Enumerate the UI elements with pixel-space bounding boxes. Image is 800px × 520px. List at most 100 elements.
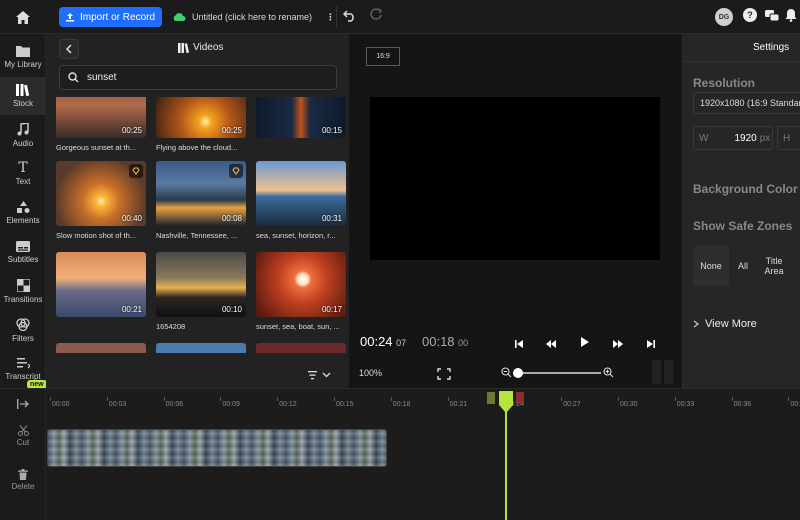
sidebar-item-elements[interactable]: Elements [0,194,46,232]
width-value[interactable]: 1920 [734,133,756,144]
timeline-ruler[interactable]: 00:00 00:03 00:06 00:09 00:12 00:15 00:18 00:21… [46,397,800,417]
trim-left-handle[interactable] [487,392,495,404]
subtitles-icon [16,240,30,252]
video-thumbnail[interactable]: 00:21 [56,252,146,317]
cut-label: Cut [16,438,30,447]
sidebar-item-text[interactable]: T Text [0,155,46,193]
video-thumbnail[interactable]: 00:31 [256,161,346,226]
library-footer [46,354,349,388]
search-value[interactable]: sunset [87,72,116,83]
sort-icon[interactable] [308,367,332,385]
more-icon[interactable]: ⋮ [326,12,335,23]
zoom-slider[interactable] [501,367,614,379]
resolution-select[interactable]: 1920x1080 (16:9 Standard) [693,92,800,114]
sidebar-item-audio[interactable]: Audio [0,116,46,154]
playhead-handle[interactable] [497,391,515,413]
rewind-icon[interactable] [545,336,557,354]
sidebar-item-stock[interactable]: Stock [0,77,46,115]
video-thumbnail[interactable]: 00:25 [56,97,146,138]
zoom-track[interactable] [513,372,601,374]
video-thumbnail[interactable]: 00:40 [56,161,146,226]
ruler-tick-label: 00:03 [108,401,127,408]
video-tile[interactable] [56,343,146,353]
project-title[interactable]: Untitled (click here to rename) ⋮ [172,7,335,27]
redo-icon[interactable] [369,8,383,27]
fullscreen-icon[interactable] [437,367,451,385]
width-unit: px [759,132,771,144]
video-tile[interactable]: 00:17 sunset, sea, boat, sun, ... [256,252,346,331]
ruler-tick-mark [390,397,392,401]
back-button[interactable] [59,39,79,59]
zoom-percent[interactable]: 100% [359,368,382,378]
video-canvas[interactable] [370,97,660,260]
project-title-text[interactable]: Untitled (click here to rename) [192,12,312,22]
sidebar-item-filters[interactable]: Filters [0,311,46,349]
chat-icon[interactable] [765,9,780,27]
width-key: W [699,132,709,144]
aspect-ratio-button[interactable]: 16:9 [366,47,400,66]
preview-panel: 16:9 00:24 07 00:18 00 100% [349,34,682,388]
home-icon[interactable] [12,7,34,27]
top-bar: Import or Record Untitled (click here to… [0,0,800,34]
search-input[interactable]: sunset [59,65,337,90]
background-color-label[interactable]: Background Color [693,182,798,196]
view-more-label[interactable]: View More [705,318,757,330]
pause-icon[interactable] [652,360,676,384]
safe-zone-all[interactable]: All [731,246,755,286]
expand-timeline-button[interactable] [0,399,46,409]
video-thumbnail[interactable] [256,343,346,353]
video-tile[interactable] [156,343,246,353]
import-or-record-button[interactable]: Import or Record [59,7,162,27]
play-icon[interactable] [580,335,590,353]
video-thumbnail[interactable]: 00:10 [156,252,246,317]
avatar[interactable]: DG [715,8,733,26]
view-more-button[interactable]: View More [693,318,757,330]
transcript-icon [16,358,30,369]
ruler-tick-label: 00:39 [790,401,800,408]
trim-right-handle[interactable] [516,392,524,404]
video-clip[interactable] [47,429,387,467]
fast-forward-icon[interactable] [612,336,624,354]
sidebar-item-transitions[interactable]: Transitions [0,272,46,310]
safe-zone-title-area[interactable]: Title Area [757,246,791,286]
video-thumbnail[interactable]: 00:17 [256,252,346,317]
cut-tool[interactable]: Cut [0,425,46,447]
stock-library-panel: Videos sunset 00:25 Gorgeous sunset at t… [46,34,349,388]
video-tile[interactable] [256,343,346,353]
video-tile[interactable]: 00:08 Nashville, Tennessee, ... [156,161,246,240]
settings-panel: Settings Resolution 1920x1080 (16:9 Stan… [682,34,800,388]
video-tile[interactable]: 00:21 [56,252,146,317]
video-thumbnail[interactable]: 00:08 [156,161,246,226]
sidebar-item-my-library[interactable]: My Library [0,38,46,76]
zoom-knob[interactable] [513,368,523,378]
video-tile[interactable]: 00:40 Slow motion shot of th... [56,161,146,240]
video-tile[interactable]: 00:25 Flying above the cloud... [156,97,246,152]
music-icon [17,122,29,135]
playhead-line[interactable] [505,409,507,520]
notification-icon[interactable] [785,8,797,27]
video-tile[interactable]: 00:25 Gorgeous sunset at th... [56,97,146,152]
video-caption: 1654208 [156,322,186,331]
width-field[interactable]: W 1920 px [693,126,773,150]
zoom-out-icon[interactable] [501,367,512,378]
safe-zone-none[interactable]: None [693,246,729,286]
zoom-in-icon[interactable] [603,367,614,378]
video-thumbnail[interactable] [156,343,246,353]
video-thumbnail[interactable]: 00:25 [156,97,246,138]
height-field[interactable]: H [777,126,800,150]
ruler-tick-label: 00:21 [449,401,468,408]
sidebar-item-subtitles[interactable]: Subtitles [0,233,46,271]
delete-tool[interactable]: Delete [0,469,46,491]
video-thumbnail[interactable] [56,343,146,353]
skip-end-icon[interactable] [646,336,656,354]
skip-start-icon[interactable] [514,336,524,354]
video-thumbnail[interactable]: 00:15 [256,97,346,138]
video-tile[interactable]: 00:10 1654208 [156,252,246,331]
search-icon [68,72,79,83]
video-tile[interactable]: 00:31 sea, sunset, horizon, r... [256,161,346,240]
tab-settings[interactable]: Settings [753,42,789,53]
video-tile[interactable]: 00:15 [256,97,346,138]
help-icon[interactable]: ? [743,8,757,22]
current-time: 00:24 07 [360,334,406,349]
undo-icon[interactable] [342,8,357,27]
